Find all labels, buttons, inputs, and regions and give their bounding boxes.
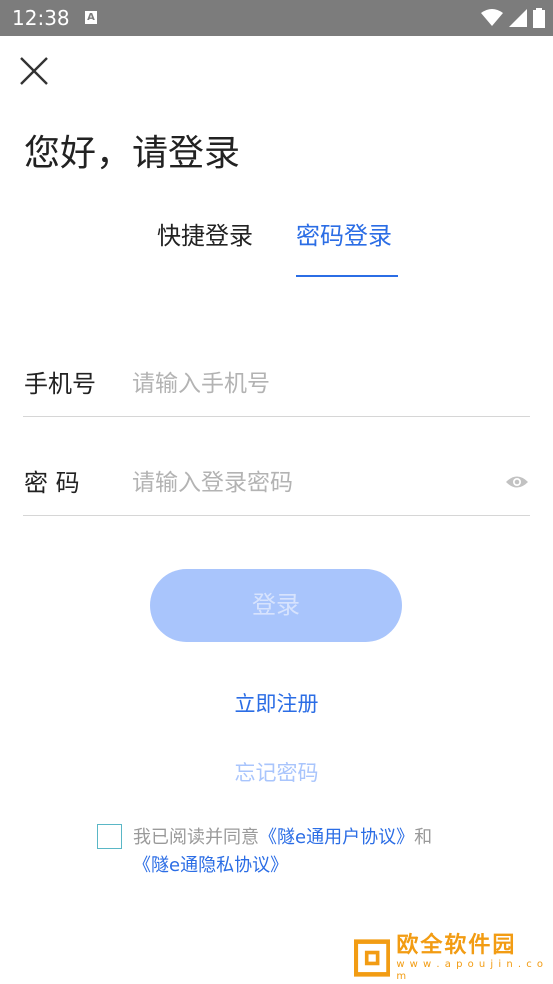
agreement-text: 我已阅读并同意《隧e通用户协议》和《隧e通隐私协议》 [133, 824, 493, 880]
notification-icon: A [85, 11, 97, 24]
agreement-prefix: 我已阅读并同意 [133, 827, 259, 848]
watermark-logo-icon [354, 939, 391, 977]
active-tab-indicator [296, 275, 398, 277]
watermark-title: 欧全软件园 [396, 933, 517, 958]
phone-divider [23, 416, 530, 417]
status-time: 12:38 [12, 6, 70, 30]
privacy-agreement-link[interactable]: 《隧e通隐私协议》 [133, 855, 288, 876]
password-input[interactable] [132, 465, 492, 501]
tab-quick-login[interactable]: 快捷登录 [157, 218, 253, 254]
user-agreement-link[interactable]: 《隧e通用户协议》 [259, 827, 414, 848]
page-title: 您好，请登录 [24, 133, 241, 174]
wifi-icon [481, 9, 503, 26]
signal-icon [509, 9, 527, 27]
status-icons [481, 8, 545, 28]
eye-icon[interactable] [505, 473, 529, 491]
agreement-conjunction: 和 [414, 827, 433, 848]
watermark-url: w w w . a p o u j i n . c o m [396, 959, 544, 982]
password-divider [23, 515, 530, 516]
status-bar: 12:38 A [0, 0, 553, 36]
watermark: 欧全软件园 w w w . a p o u j i n . c o m [354, 933, 544, 982]
agreement-checkbox[interactable] [97, 824, 122, 849]
login-button[interactable]: 登录 [150, 569, 402, 642]
forgot-password-link[interactable]: 忘记密码 [0, 757, 553, 789]
battery-icon [533, 8, 545, 28]
register-link[interactable]: 立即注册 [0, 688, 553, 720]
tab-password-login[interactable]: 密码登录 [296, 218, 392, 254]
close-icon[interactable] [18, 55, 50, 87]
phone-label: 手机号 [24, 370, 96, 398]
phone-input[interactable] [132, 366, 492, 402]
password-label: 密 码 [24, 469, 80, 497]
